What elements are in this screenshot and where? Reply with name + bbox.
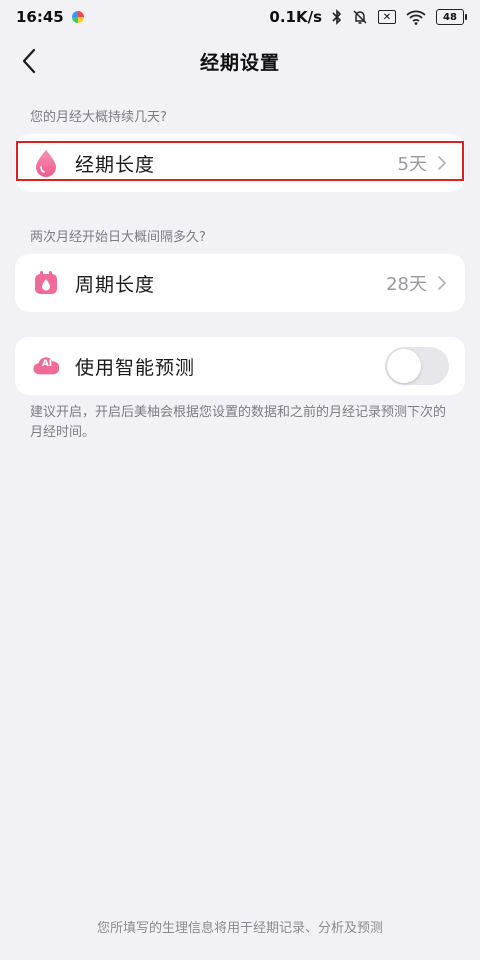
nav-bar: 经期设置 [0, 38, 480, 84]
smart-prediction-row: AI 使用智能预测 [15, 337, 465, 395]
sim-card-icon: ✕ [378, 10, 396, 24]
app-notification-icon [71, 11, 84, 23]
prediction-description: 建议开启，开启后美柚会根据您设置的数据和之前的月经记录预测下次的月经时间。 [30, 405, 447, 440]
back-button[interactable] [12, 44, 46, 78]
status-time: 16:45 [16, 8, 64, 26]
page-title: 经期设置 [199, 51, 280, 74]
toggle-knob [387, 349, 421, 383]
smart-prediction-toggle[interactable] [385, 347, 449, 385]
status-left: 16:45 [16, 8, 84, 26]
chevron-right-icon [435, 273, 449, 293]
ai-icon-label: AI [41, 359, 53, 369]
chevron-right-icon [435, 153, 449, 173]
cycle-length-row[interactable]: 周期长度 28天 [15, 254, 465, 312]
cycle-length-value: 28天 [386, 274, 427, 295]
mute-bell-icon [353, 10, 367, 24]
period-hint: 您的月经大概持续几天? [30, 110, 167, 125]
network-speed: 0.1K/s [269, 8, 322, 26]
bluetooth-icon [332, 9, 342, 25]
smart-prediction-label: 使用智能预测 [75, 356, 196, 379]
period-length-row[interactable]: 经期长度 5天 [15, 134, 465, 192]
cycle-hint: 两次月经开始日大概间隔多久? [30, 230, 206, 245]
status-bar: 16:45 0.1K/s ✕ 48 [0, 0, 480, 34]
period-length-label: 经期长度 [75, 153, 156, 176]
chevron-left-icon [22, 48, 36, 74]
privacy-footer: 您所填写的生理信息将用于经期记录、分析及预测 [96, 921, 383, 936]
status-right: 0.1K/s ✕ 48 [269, 8, 467, 26]
drop-icon [33, 150, 59, 177]
cycle-length-label: 周期长度 [75, 273, 156, 296]
period-length-value: 5天 [397, 154, 427, 175]
calendar-drop-icon [33, 270, 59, 296]
battery-icon: 48 [436, 9, 467, 25]
ai-cloud-icon: AI [33, 353, 59, 379]
wifi-icon [406, 10, 426, 25]
